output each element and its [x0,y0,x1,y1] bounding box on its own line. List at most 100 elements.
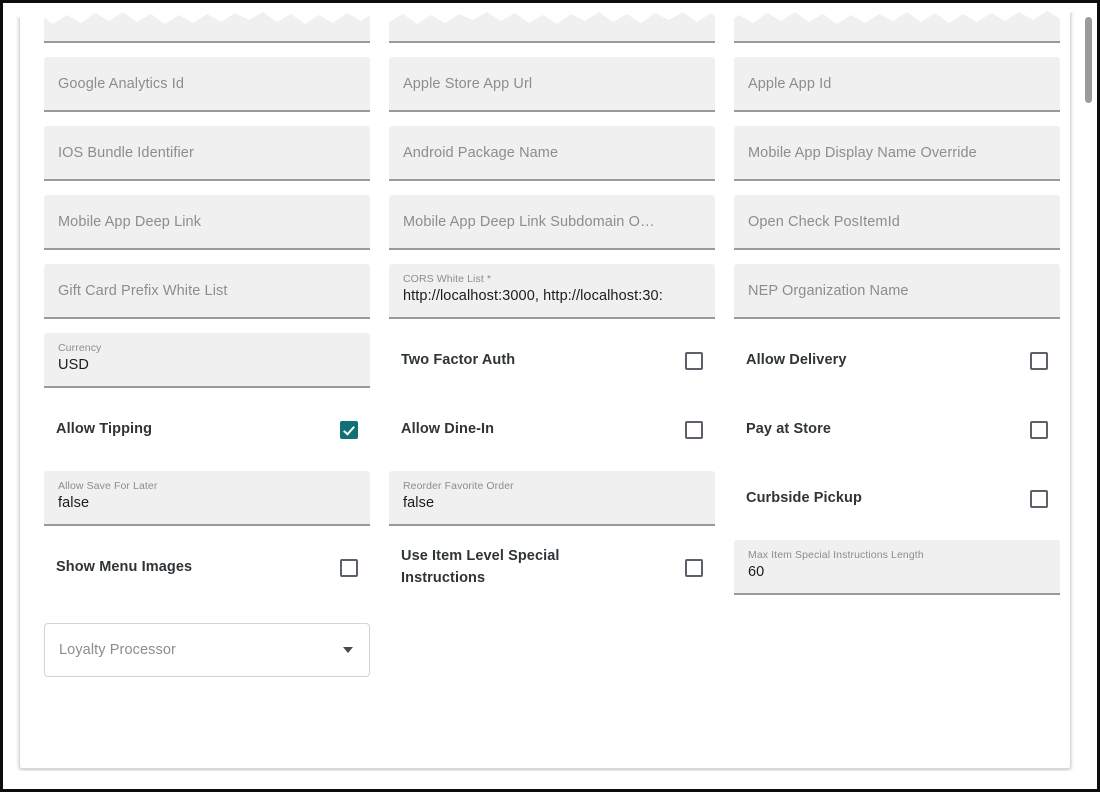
chevron-down-icon[interactable] [343,647,353,653]
form-column: Use Item Level Special Instructions [389,540,715,595]
mobile-app-display-name-override-field[interactable]: Mobile App Display Name Override [734,126,1060,181]
row-spacer [44,388,1050,402]
form-row [44,3,1060,43]
row-spacer [44,112,1050,126]
allow-dine-in-checkbox[interactable]: Allow Dine-In [389,402,715,457]
form-column: Reorder Favorite Order false [389,471,715,526]
checkbox-unchecked-icon[interactable] [340,558,358,577]
settings-form: Google Analytics Id Apple Store App Url Ap… [44,3,1060,677]
checkbox-unchecked-icon[interactable] [1030,351,1048,370]
vertical-scrollbar[interactable] [1081,6,1094,789]
two-factor-auth-checkbox[interactable]: Two Factor Auth [389,333,715,388]
mobile-app-deep-link-field[interactable]: Mobile App Deep Link [44,195,370,250]
checkbox-checked-icon[interactable] [340,420,358,439]
form-column: Allow Tipping [44,402,370,457]
apple-app-id-field[interactable]: Apple App Id [734,57,1060,112]
allow-delivery-checkbox[interactable]: Allow Delivery [734,333,1060,388]
page-bottom-gap [3,771,1097,789]
form-column: Loyalty Processor [44,609,370,677]
show-menu-images-checkbox[interactable]: Show Menu Images [44,540,370,595]
currency-field[interactable]: Currency USD [44,333,370,388]
field-value: false [403,495,435,511]
form-column: Pay at Store [734,402,1060,457]
form-column: Apple Store App Url [389,57,715,112]
android-package-name-field[interactable]: Android Package Name [389,126,715,181]
form-column: Max Item Special Instructions Length 60 [734,540,1060,595]
field-placeholder: Mobile App Deep Link Subdomain O… [403,213,655,230]
field-value: http://localhost:3000, http://localhost:… [403,288,663,304]
form-column: Open Check PosItemId [734,195,1060,250]
form-row: Gift Card Prefix White List CORS White Li… [44,264,1060,319]
field-label: Reorder Favorite Order [403,480,514,492]
apple-store-app-url-field[interactable]: Apple Store App Url [389,57,715,112]
curbside-pickup-checkbox[interactable]: Curbside Pickup [734,471,1060,526]
form-column [44,3,370,43]
select-placeholder: Loyalty Processor [59,642,176,658]
row-spacer [44,43,1050,57]
allow-save-for-later-field[interactable]: Allow Save For Later false [44,471,370,526]
form-column: Mobile App Deep Link Subdomain O… [389,195,715,250]
pay-at-store-checkbox[interactable]: Pay at Store [734,402,1060,457]
checkbox-label: Allow Tipping [56,420,153,437]
form-row: Mobile App Deep Link Mobile App Deep Link… [44,195,1060,250]
form-column: Mobile App Display Name Override [734,126,1060,181]
form-column: Curbside Pickup [734,471,1060,526]
form-row: Loyalty Processor [44,609,1050,677]
field-placeholder: IOS Bundle Identifier [58,144,194,161]
form-column: Mobile App Deep Link [44,195,370,250]
form-column: Show Menu Images [44,540,370,595]
use-item-level-special-instructions-checkbox[interactable]: Use Item Level Special Instructions [389,540,715,595]
form-column: Allow Delivery [734,333,1060,388]
app-window: Google Analytics Id Apple Store App Url Ap… [0,0,1100,792]
form-column: Allow Save For Later false [44,471,370,526]
checkbox-label: Show Menu Images [56,558,193,575]
allow-tipping-checkbox[interactable]: Allow Tipping [44,402,370,457]
checkbox-label: Allow Dine-In [401,420,495,437]
google-analytics-id-field[interactable]: Google Analytics Id [44,57,370,112]
form-column: Allow Dine-In [389,402,715,457]
row-spacer [44,595,1050,609]
clipped-field-right[interactable] [734,3,1060,43]
checkbox-unchecked-icon[interactable] [685,558,703,577]
checkbox-unchecked-icon[interactable] [685,420,703,439]
checkbox-unchecked-icon[interactable] [685,351,703,370]
form-column [734,3,1060,43]
ios-bundle-identifier-field[interactable]: IOS Bundle Identifier [44,126,370,181]
open-check-positemid-field[interactable]: Open Check PosItemId [734,195,1060,250]
mobile-app-deep-link-subdomain-override-field[interactable]: Mobile App Deep Link Subdomain O… [389,195,715,250]
checkbox-unchecked-icon[interactable] [1030,420,1048,439]
field-placeholder: Apple App Id [748,75,832,92]
clipped-field-middle[interactable] [389,3,715,43]
max-item-special-instructions-length-field[interactable]: Max Item Special Instructions Length 60 [734,540,1060,595]
loyalty-processor-select[interactable]: Loyalty Processor [44,623,370,677]
field-value: 60 [748,564,765,580]
gift-card-prefix-white-list-field[interactable]: Gift Card Prefix White List [44,264,370,319]
row-spacer [44,319,1050,333]
form-row: Show Menu Images Use Item Level Special I… [44,540,1060,595]
field-label: CORS White List * [403,273,492,285]
reorder-favorite-order-field[interactable]: Reorder Favorite Order false [389,471,715,526]
form-column: NEP Organization Name [734,264,1060,319]
checkbox-unchecked-icon[interactable] [1030,489,1048,508]
cors-white-list-field[interactable]: CORS White List * http://localhost:3000, … [389,264,715,319]
form-row: IOS Bundle Identifier Android Package Nam… [44,126,1060,181]
field-value: USD [58,357,89,373]
nep-organization-name-field[interactable]: NEP Organization Name [734,264,1060,319]
checkbox-label: Allow Delivery [746,351,847,368]
field-placeholder: Mobile App Deep Link [58,213,202,230]
field-placeholder: Android Package Name [403,144,559,161]
form-column: Android Package Name [389,126,715,181]
form-column: Currency USD [44,333,370,388]
clipped-field-left[interactable] [44,3,370,43]
form-column: CORS White List * http://localhost:3000, … [389,264,715,319]
field-label: Max Item Special Instructions Length [748,549,924,561]
form-column: Google Analytics Id [44,57,370,112]
form-column: Gift Card Prefix White List [44,264,370,319]
vertical-scrollbar-thumb[interactable] [1085,17,1092,103]
field-placeholder: Mobile App Display Name Override [748,144,977,161]
checkbox-label: Use Item Level Special Instructions [401,548,560,586]
form-column [389,3,715,43]
settings-card: Google Analytics Id Apple Store App Url Ap… [19,3,1071,769]
checkbox-label: Pay at Store [746,420,832,437]
field-placeholder: Google Analytics Id [58,75,185,92]
